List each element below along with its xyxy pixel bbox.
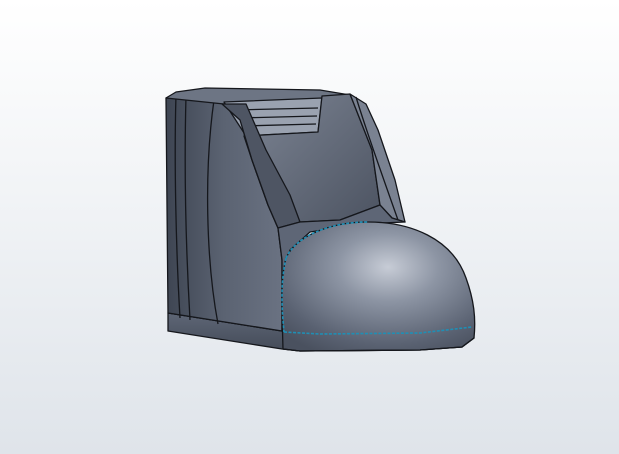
graphics-viewport[interactable] [0, 0, 619, 454]
model-canvas[interactable] [0, 0, 619, 454]
